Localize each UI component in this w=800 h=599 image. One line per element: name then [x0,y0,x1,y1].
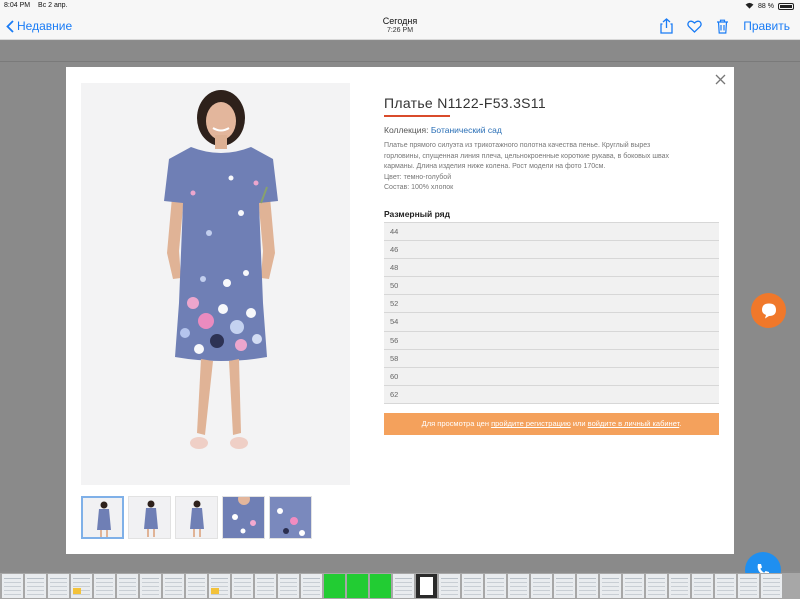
main-product-photo[interactable] [81,83,350,485]
battery-icon [778,3,794,10]
product-title: Платье N1122-F53.3S11 [384,95,546,111]
size-row[interactable]: 58 [384,349,719,368]
status-bar: 8:04 PM Вс 2 апр. 88 % [0,0,800,12]
tab-thumbnail[interactable] [646,574,667,598]
size-row[interactable]: 54 [384,313,719,332]
background-divider [0,61,800,62]
thumbnail-strip [81,496,312,539]
banner-prefix: Для просмотра цен [421,419,492,429]
dress-illustration [164,90,278,449]
composition-line: Состав: 100% хлопок [384,184,454,191]
size-row[interactable]: 62 [384,386,719,405]
thumbnail-4[interactable] [222,496,265,539]
size-table: 44 46 48 50 52 54 56 58 60 62 [384,221,719,405]
title-underline [384,115,450,117]
delete-button[interactable] [716,19,729,34]
tab-thumbnail[interactable] [71,574,92,598]
tab-thumbnail[interactable] [163,574,184,598]
banner-middle: или [570,419,588,429]
heart-icon [687,20,702,33]
tab-thumbnail[interactable] [738,574,759,598]
sizes-heading: Размерный ряд [384,208,451,219]
thumbnail-2[interactable] [128,496,171,539]
tab-thumbnail[interactable] [600,574,621,598]
tab-thumbnail[interactable] [232,574,253,598]
product-info: Платье N1122-F53.3S11 Коллекция: Ботанич… [384,95,720,436]
tab-thumbnail[interactable] [715,574,736,598]
edit-button[interactable]: Править [743,19,790,33]
tab-thumbnail[interactable] [531,574,552,598]
favorite-button[interactable] [687,20,702,33]
thumbnail-1[interactable] [81,496,124,539]
tab-thumbnail[interactable] [393,574,414,598]
tab-thumbnail[interactable] [508,574,529,598]
tab-thumbnail[interactable] [94,574,115,598]
product-description: Платье прямого силуэта из трикотажного п… [384,141,720,194]
tab-thumbnail[interactable] [370,574,391,598]
description-line: Платье прямого силуэта из трикотажного п… [384,142,651,149]
trash-icon [717,19,729,34]
tab-thumbnail-strip [0,573,800,599]
description-line: карманы. Длина изделия ниже колена. Рост… [384,163,606,170]
description-line: горловины, спущенная линия плеча, цельно… [384,152,670,160]
size-row[interactable]: 60 [384,368,719,387]
nav-bar: Недавние Сегодня 7:26 PM Править [0,12,800,40]
tab-thumbnail-active[interactable] [416,574,437,598]
price-login-banner: Для просмотра цен пройдите регистрацию и… [384,413,719,436]
collection-line: Коллекция: Ботанический сад [384,125,720,135]
tab-thumbnail[interactable] [462,574,483,598]
tab-thumbnail[interactable] [25,574,46,598]
tab-thumbnail[interactable] [347,574,368,598]
size-row[interactable]: 50 [384,277,719,296]
tab-thumbnail[interactable] [623,574,644,598]
tab-thumbnail[interactable] [140,574,161,598]
wifi-icon [745,2,754,11]
size-row[interactable]: 48 [384,258,719,278]
login-link[interactable]: войдите в личный кабинет [588,419,680,428]
register-link[interactable]: пройдите регистрацию [491,419,571,428]
size-row[interactable]: 56 [384,331,719,350]
color-line: Цвет: темно-голубой [384,173,452,181]
thumbnail-5[interactable] [269,496,312,539]
status-date: Вс 2 апр. [38,2,68,9]
product-modal: Платье N1122-F53.3S11 Коллекция: Ботанич… [66,67,734,554]
collection-link[interactable]: Ботанический сад [431,125,502,135]
share-button[interactable] [660,18,673,34]
tab-thumbnail[interactable] [485,574,506,598]
tab-thumbnail[interactable] [577,574,598,598]
tab-thumbnail[interactable] [692,574,713,598]
tab-thumbnail[interactable] [324,574,345,598]
share-icon [660,18,673,34]
tab-thumbnail[interactable] [209,574,230,598]
tab-thumbnail[interactable] [301,574,322,598]
collection-label: Коллекция: [384,125,429,135]
tab-thumbnail[interactable] [554,574,575,598]
tab-thumbnail[interactable] [278,574,299,598]
battery-percent: 88 % [758,3,774,10]
chat-icon [761,303,776,318]
tab-thumbnail[interactable] [439,574,460,598]
status-time: 8:04 PM [4,2,31,9]
chat-button[interactable] [751,293,786,328]
size-row[interactable]: 46 [384,240,719,259]
banner-suffix: . [679,419,682,429]
close-button[interactable] [715,72,726,90]
close-icon [715,74,726,85]
size-row[interactable]: 44 [384,222,719,241]
tab-thumbnail[interactable] [669,574,690,598]
thumbnail-3[interactable] [175,496,218,539]
tab-thumbnail[interactable] [761,574,782,598]
tab-thumbnail[interactable] [186,574,207,598]
tab-thumbnail[interactable] [48,574,69,598]
tab-thumbnail[interactable] [117,574,138,598]
tab-thumbnail[interactable] [255,574,276,598]
tab-thumbnail[interactable] [2,574,23,598]
size-row[interactable]: 52 [384,295,719,314]
